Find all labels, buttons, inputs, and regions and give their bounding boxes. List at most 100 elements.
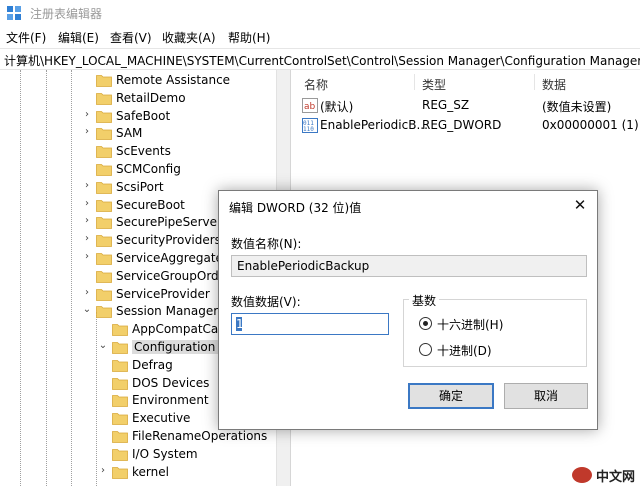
radio-selected-dot: [423, 321, 428, 326]
folder-icon: [96, 181, 112, 194]
tree-item-label: SecurityProviders: [116, 233, 221, 248]
folder-icon: [112, 324, 128, 337]
folder-icon: [96, 75, 112, 87]
chevron-right-icon[interactable]: ›: [82, 233, 92, 244]
tree-item[interactable]: › kernel: [0, 464, 276, 482]
folder-icon: [96, 288, 112, 301]
tree-item[interactable]: I/O System: [0, 446, 276, 464]
cancel-button[interactable]: 取消: [504, 383, 588, 409]
tree-item[interactable]: › SafeBoot: [0, 108, 276, 126]
chevron-right-icon[interactable]: ›: [98, 465, 108, 476]
chevron-right-icon[interactable]: ›: [82, 215, 92, 226]
folder-icon: [96, 164, 112, 176]
svg-text:ab: ab: [304, 102, 316, 112]
folder-icon: [112, 448, 128, 461]
ok-button[interactable]: 确定: [408, 383, 494, 409]
menu-file[interactable]: 文件(F): [6, 29, 46, 46]
radio-dec[interactable]: 十进制(D): [419, 341, 519, 359]
tree-item-label: Environment: [132, 393, 209, 408]
radio-hex-circle[interactable]: [419, 317, 432, 330]
radio-hex[interactable]: 十六进制(H): [419, 315, 519, 333]
folder-icon: [96, 270, 112, 283]
column-name[interactable]: 名称: [304, 76, 328, 93]
chevron-right-icon[interactable]: ›: [82, 109, 92, 120]
chevron-down-icon[interactable]: ⌄: [98, 340, 108, 351]
folder-icon: [96, 235, 112, 248]
tree-item-label: Executive: [132, 411, 191, 426]
value-type: REG_SZ: [422, 98, 470, 112]
radio-dec-circle[interactable]: [419, 343, 432, 356]
menu-help[interactable]: 帮助(H): [228, 29, 270, 46]
chevron-right-icon[interactable]: ›: [82, 126, 92, 137]
window-title: 注册表编辑器: [30, 7, 103, 21]
dword-value-icon: 011 110: [302, 118, 318, 133]
tree-item[interactable]: › SAM: [0, 125, 276, 143]
tree-item-label: DOS Devices: [132, 375, 210, 390]
tree-item-label: AppCompatCac: [132, 322, 225, 337]
folder-icon: [112, 377, 128, 390]
tree-item-label: SCMConfig: [116, 162, 181, 176]
tree-item[interactable]: [0, 481, 276, 486]
folder-icon: [96, 217, 112, 230]
tree-item-label: SecureBoot: [116, 197, 185, 212]
tree-item[interactable]: ScEvents: [0, 143, 276, 161]
value-name-text: EnablePeriodicBackup: [237, 259, 370, 273]
value-name-field: EnablePeriodicBackup: [231, 255, 587, 277]
tree-item[interactable]: FileRenameOperations: [0, 428, 276, 446]
column-data[interactable]: 数据: [542, 76, 566, 93]
tree-item-label: Configuration M: [132, 340, 232, 354]
value-data-input[interactable]: [231, 313, 389, 335]
string-value-icon: ab: [302, 98, 318, 113]
close-icon[interactable]: ✕: [569, 195, 591, 215]
folder-icon: [112, 359, 128, 372]
value-data-field[interactable]: [232, 314, 388, 334]
chevron-down-icon[interactable]: ⌄: [82, 304, 92, 315]
value-list[interactable]: 名称 类型 数据 ab (默认) REG_SZ (数值未设置) 011 110 …: [296, 70, 640, 170]
menu-edit[interactable]: 编辑(E): [58, 29, 99, 46]
chevron-right-icon[interactable]: ›: [82, 180, 92, 191]
value-data-label: 数值数据(V):: [231, 295, 301, 309]
title-bar: 注册表编辑器: [0, 0, 640, 26]
svg-text:110: 110: [303, 126, 314, 133]
folder-icon: [112, 395, 128, 408]
tree-item-label: ScEvents: [116, 144, 171, 159]
folder-icon: [96, 92, 112, 105]
base-label: 基数: [409, 292, 440, 309]
tree-item[interactable]: SCMConfig: [0, 161, 276, 179]
value-data: 0x00000001 (1): [542, 118, 639, 132]
tree-item-label: kernel: [132, 464, 169, 479]
menu-bar: 文件(F) 编辑(E) 查看(V) 收藏夹(A) 帮助(H): [0, 26, 640, 48]
tree-item[interactable]: Remote Assistance: [0, 72, 276, 90]
column-type[interactable]: 类型: [422, 76, 446, 93]
tree-item-label: SecurePipeServers: [116, 215, 229, 230]
menu-view[interactable]: 查看(V): [110, 29, 152, 46]
dialog-title: 编辑 DWORD (32 位)值: [229, 201, 362, 215]
radio-hex-label[interactable]: 十六进制(H): [437, 316, 503, 333]
watermark-text: 中文网: [596, 470, 636, 485]
edit-dword-dialog: 编辑 DWORD (32 位)值 ✕ 数值名称(N): EnablePeriod…: [218, 190, 598, 430]
address-path: 计算机\HKEY_LOCAL_MACHINE\SYSTEM\CurrentCon…: [4, 54, 640, 68]
address-bar[interactable]: 计算机\HKEY_LOCAL_MACHINE\SYSTEM\CurrentCon…: [0, 48, 640, 70]
chevron-right-icon[interactable]: ›: [82, 287, 92, 298]
folder-icon: [96, 306, 112, 319]
value-name: (默认): [320, 100, 354, 114]
column-separator[interactable]: [534, 74, 535, 90]
value-type: REG_DWORD: [422, 118, 502, 132]
folder-icon: [112, 466, 128, 479]
tree-item-label: ServiceGroupOrder: [116, 268, 231, 283]
menu-favorites[interactable]: 收藏夹(A): [162, 29, 216, 46]
tree-item-label: Defrag: [132, 357, 173, 372]
folder-icon: [112, 431, 128, 443]
tree-item-label: FileRenameOperations: [132, 429, 268, 443]
chevron-right-icon[interactable]: ›: [82, 251, 92, 262]
tree-item-label: ServiceProvider: [116, 286, 210, 301]
tree-item-label: RetailDemo: [116, 90, 186, 105]
column-separator[interactable]: [414, 74, 415, 90]
folder-icon: [96, 146, 112, 159]
folder-icon: [96, 128, 112, 141]
tree-item[interactable]: RetailDemo: [0, 90, 276, 108]
value-name-label: 数值名称(N):: [231, 237, 302, 251]
chevron-right-icon[interactable]: ›: [82, 198, 92, 209]
radio-dec-label[interactable]: 十进制(D): [437, 342, 492, 359]
site-watermark: 中文网: [572, 466, 636, 485]
